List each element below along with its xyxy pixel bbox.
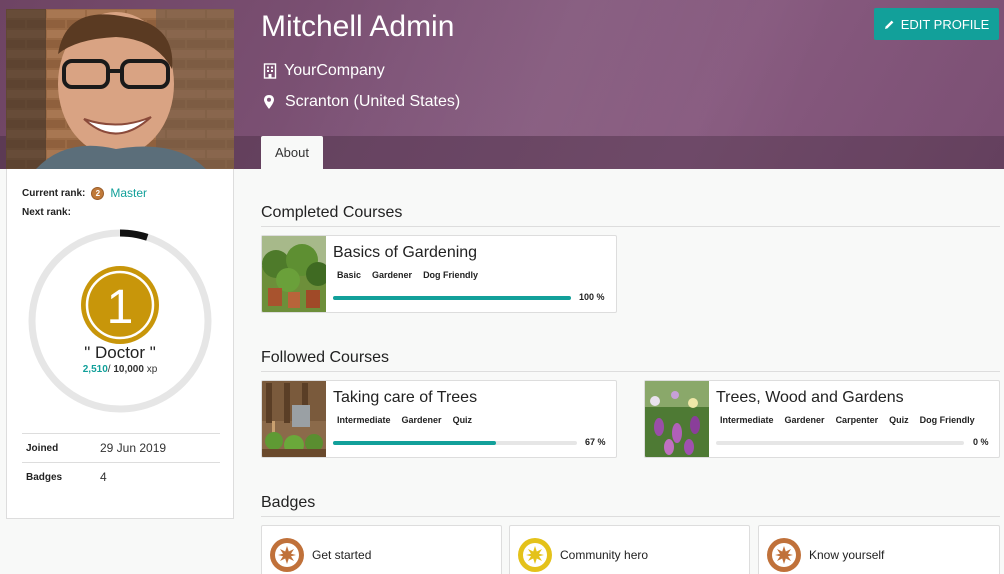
badge-card[interactable]: Get started: [261, 525, 502, 574]
course-card[interactable]: Taking care of Trees Intermediate Garden…: [261, 380, 617, 458]
xp-progress-ring: 1: [28, 229, 212, 413]
course-tag[interactable]: Gardener: [402, 415, 442, 425]
info-value: 4: [100, 470, 107, 484]
course-progress-fill: [333, 296, 571, 300]
info-value: 29 Jun 2019: [100, 441, 167, 455]
course-title[interactable]: Trees, Wood and Gardens: [716, 389, 904, 407]
company-line: YourCompany: [263, 62, 385, 80]
building-icon: [263, 63, 277, 79]
xp-total: 10,000: [113, 364, 144, 375]
location-line: Scranton (United States): [263, 93, 460, 111]
next-rank-number: 1: [107, 281, 134, 334]
current-rank-row: Current rank: 2 Master: [22, 186, 147, 200]
badge-medal-icon: [270, 538, 304, 572]
course-title[interactable]: Taking care of Trees: [333, 389, 477, 407]
next-rank-label: Next rank:: [22, 207, 71, 218]
badge-label: Know yourself: [809, 548, 885, 562]
starburst-icon: [775, 546, 793, 564]
profile-name: Mitchell Admin: [261, 10, 455, 43]
course-tags: Intermediate Gardener Carpenter Quiz Dog…: [720, 415, 975, 425]
course-thumbnail: [262, 381, 326, 457]
badge-label: Get started: [312, 548, 372, 562]
edit-profile-label: EDIT PROFILE: [900, 16, 990, 32]
xp-readout: 2,510/ 10,000 xp: [7, 364, 233, 375]
xp-current: 2,510: [82, 364, 108, 375]
badge-medal-icon: [767, 538, 801, 572]
info-key: Joined: [26, 442, 59, 454]
info-row-badges: Badges 4: [22, 462, 220, 491]
course-tag[interactable]: Quiz: [889, 415, 909, 425]
course-tags: Intermediate Gardener Quiz: [337, 415, 472, 425]
course-tag[interactable]: Dog Friendly: [920, 415, 975, 425]
info-row-joined: Joined 29 Jun 2019: [22, 433, 220, 462]
current-rank-label: Current rank:: [22, 187, 86, 199]
info-key: Badges: [26, 471, 63, 483]
course-tag[interactable]: Intermediate: [337, 415, 391, 425]
course-tag[interactable]: Dog Friendly: [423, 270, 478, 280]
badge-medal-icon: [518, 538, 552, 572]
course-progress-label: 67 %: [585, 437, 606, 447]
course-tag[interactable]: Carpenter: [836, 415, 879, 425]
course-card[interactable]: Basics of Gardening Basic Gardener Dog F…: [261, 235, 617, 313]
tab-about[interactable]: About: [261, 136, 323, 169]
pencil-icon: [884, 20, 894, 29]
course-progress-bar: [333, 296, 571, 300]
rank-card: Current rank: 2 Master Next rank: 1 " Do…: [6, 169, 234, 519]
edit-profile-button[interactable]: EDIT PROFILE: [874, 8, 999, 40]
course-progress-label: 0 %: [973, 437, 989, 447]
badge-card[interactable]: Know yourself: [758, 525, 1000, 574]
course-progress-bar: [716, 441, 964, 445]
course-card[interactable]: Trees, Wood and Gardens Intermediate Gar…: [644, 380, 1000, 458]
avatar: [6, 9, 234, 169]
profile-info-table: Joined 29 Jun 2019 Badges 4: [22, 433, 220, 491]
rank-medal-icon: 2: [91, 186, 105, 200]
course-tag[interactable]: Quiz: [453, 415, 473, 425]
course-tag[interactable]: Gardener: [785, 415, 825, 425]
badge-label: Community hero: [560, 548, 649, 562]
course-thumbnail: [262, 236, 326, 312]
company-name: YourCompany: [284, 62, 385, 79]
course-progress-fill: [333, 441, 497, 445]
starburst-icon: [278, 546, 296, 564]
course-tags: Basic Gardener Dog Friendly: [337, 270, 478, 280]
badges-title: Badges: [261, 494, 1000, 517]
followed-courses-title: Followed Courses: [261, 349, 1000, 372]
course-thumbnail: [645, 381, 709, 457]
course-tag[interactable]: Basic: [337, 270, 361, 280]
course-progress-bar: [333, 441, 577, 445]
course-title[interactable]: Basics of Gardening: [333, 244, 477, 262]
next-rank-name: " Doctor ": [84, 343, 156, 362]
badge-card[interactable]: Community hero: [509, 525, 750, 574]
location-text: Scranton (United States): [285, 93, 461, 110]
xp-unit: xp: [143, 364, 158, 375]
starburst-icon: [526, 546, 544, 564]
completed-courses-title: Completed Courses: [261, 204, 1000, 227]
current-rank-link[interactable]: Master: [110, 186, 147, 200]
course-tag[interactable]: Intermediate: [720, 415, 774, 425]
course-progress-label: 100 %: [579, 292, 605, 302]
avatar-photo: [6, 9, 234, 169]
map-pin-icon: [264, 95, 274, 109]
course-tag[interactable]: Gardener: [372, 270, 412, 280]
